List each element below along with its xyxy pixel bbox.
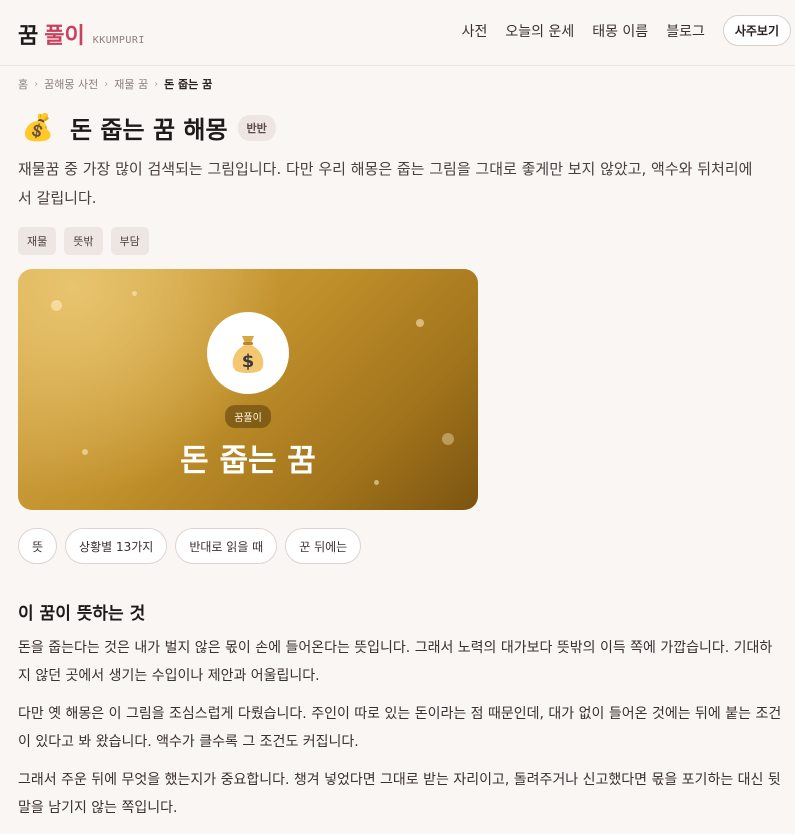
tab-meaning[interactable]: 뜻 [18, 528, 58, 564]
tag-wealth[interactable]: 재물 [18, 227, 57, 255]
section-tabs: 뜻 상황별 13가지 반대로 읽을 때 꾼 뒤에는 [18, 528, 369, 564]
hero-badge: 꿈풀이 [18, 405, 478, 428]
paragraph: 다만 옛 해몽은 이 그림을 조심스럽게 다뤘습니다. 주인이 따로 있는 돈이… [18, 706, 782, 750]
section-title: 이 꿈이 뜻하는 것 [18, 604, 146, 624]
logo-main-text: 꿈 [18, 24, 39, 49]
tab-situations[interactable]: 상황별 13가지 [65, 528, 168, 564]
page-title: 돈 줍는 꿈 해몽 [70, 116, 228, 144]
breadcrumb-dictionary[interactable]: 꿈해몽 사전 [44, 76, 98, 92]
svg-text:$: $ [242, 351, 255, 372]
nav-link-blog[interactable]: 블로그 [666, 21, 705, 41]
logo-accent-text: 풀이 [44, 24, 85, 49]
tab-reverse-reading[interactable]: 반대로 읽을 때 [175, 528, 278, 564]
breadcrumb-current: 돈 줍는 꿈 [164, 78, 213, 91]
sparkle-dot [416, 319, 424, 327]
section-body: 돈을 줍는다는 것은 내가 벌지 않은 몫이 손에 들어온다는 뜻입니다. 그래… [18, 634, 783, 832]
money-bag-icon: 💰 [21, 112, 55, 143]
tag-list: 재물 뜻밖 부담 [18, 227, 157, 255]
page-title-row: 💰 돈 줍는 꿈 해몽 반반 [18, 110, 276, 145]
sparkle-dot [51, 300, 62, 311]
verdict-badge: 반반 [237, 114, 276, 141]
tag-burden[interactable]: 부담 [110, 227, 149, 255]
hero-banner: $ 꿈풀이 돈 줍는 꿈 [18, 269, 478, 510]
breadcrumb: 홈 › 꿈해몽 사전 › 재물 꿈 › 돈 줍는 꿈 [18, 76, 212, 92]
money-bag-icon: $ [232, 336, 264, 373]
hero-title: 돈 줍는 꿈 [180, 443, 316, 479]
logo-subtitle: KKUMPURI [92, 35, 145, 46]
sparkle-dot [374, 480, 379, 485]
chevron-right-icon: › [154, 78, 159, 90]
nav-link-taemong-names[interactable]: 태몽 이름 [592, 21, 648, 41]
breadcrumb-wealth-dreams[interactable]: 재물 꿈 [114, 76, 148, 92]
tab-after-dream[interactable]: 꾼 뒤에는 [285, 528, 362, 564]
breadcrumb-home[interactable]: 홈 [18, 76, 28, 92]
site-logo[interactable]: 꿈 풀이 KKUMPURI [18, 18, 145, 50]
sparkle-dot [132, 291, 137, 296]
top-navigation-bar: 꿈 풀이 KKUMPURI 사전 오늘의 운세 태몽 이름 블로그 사주보기 [0, 0, 795, 66]
paragraph: 그래서 주운 뒤에 무엇을 했는지가 중요합니다. 챙겨 넣었다면 그대로 받는… [18, 772, 781, 816]
saju-button[interactable]: 사주보기 [722, 15, 791, 46]
main-nav: 사전 오늘의 운세 태몽 이름 블로그 사주보기 [462, 15, 791, 46]
page-intro: 재물꿈 중 가장 많이 검색되는 그림입니다. 다만 우리 해몽은 줍는 그림을… [18, 160, 753, 207]
hero-icon-circle: $ [207, 312, 289, 394]
hero-badge-label: 꿈풀이 [225, 405, 271, 428]
nav-link-dictionary[interactable]: 사전 [462, 21, 488, 41]
nav-link-fortune[interactable]: 오늘의 운세 [505, 21, 574, 41]
chevron-right-icon: › [34, 78, 39, 90]
paragraph: 돈을 줍는다는 것은 내가 벌지 않은 몫이 손에 들어온다는 뜻입니다. 그래… [18, 640, 773, 684]
tag-unexpected[interactable]: 뜻밖 [64, 227, 103, 255]
chevron-right-icon: › [104, 78, 109, 90]
